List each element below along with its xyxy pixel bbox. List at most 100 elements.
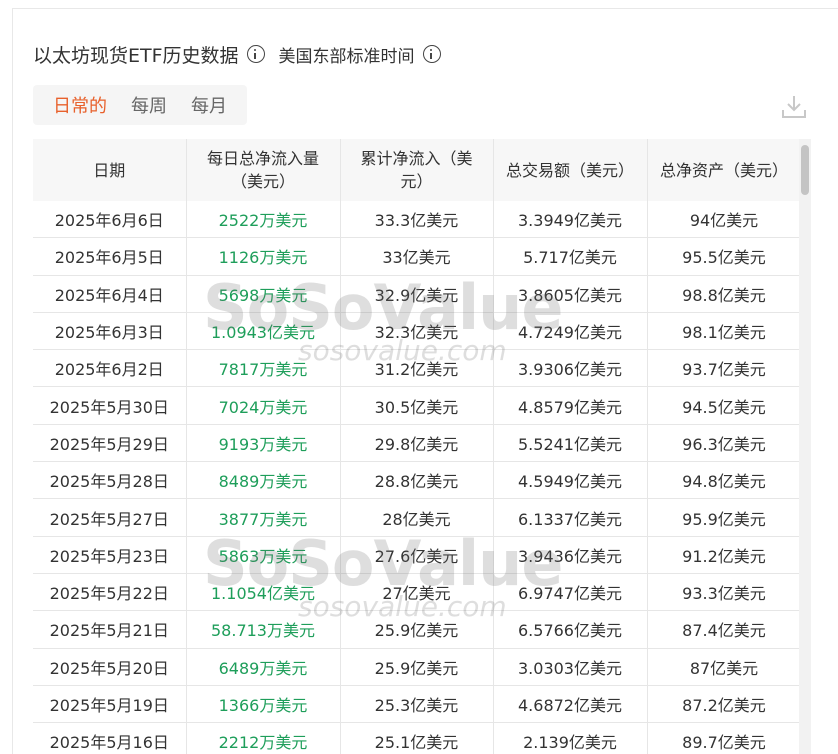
cell-date: 2025年6月2日	[33, 349, 187, 388]
cell-date: 2025年6月5日	[33, 237, 187, 276]
cell-daily-net-inflow: 1366万美元	[186, 685, 341, 724]
cell-daily-net-inflow: 58.713万美元	[186, 610, 341, 649]
cell-total-net-assets: 95.5亿美元	[647, 237, 802, 276]
cell-cumulative-net-inflow: 27亿美元	[340, 573, 494, 612]
cell-cumulative-net-inflow: 29.8亿美元	[340, 424, 494, 463]
column-header-date[interactable]: 日期	[33, 139, 187, 201]
cell-total-value-traded: 3.0303亿美元	[493, 648, 648, 686]
tab-weekly[interactable]: 每周	[119, 92, 179, 118]
table-row[interactable]: 2025年6月5日 1126万美元 33亿美元 5.717亿美元 95.5亿美元	[33, 237, 802, 276]
cell-cumulative-net-inflow: 28亿美元	[340, 498, 494, 537]
cell-total-value-traded: 4.8579亿美元	[493, 386, 648, 425]
cell-cumulative-net-inflow: 32.9亿美元	[340, 275, 494, 313]
table-row[interactable]: 2025年6月6日 2522万美元 33.3亿美元 3.3949亿美元 94亿美元	[33, 201, 802, 239]
period-tabs: 日常的 每周 每月	[33, 85, 247, 125]
cell-daily-net-inflow: 1.0943亿美元	[186, 312, 341, 351]
download-icon[interactable]	[780, 93, 808, 121]
column-header-cumulative-net-inflow[interactable]: 累计净流入（美元）	[340, 139, 494, 201]
cell-total-value-traded: 3.3949亿美元	[493, 201, 648, 239]
tab-monthly[interactable]: 每月	[179, 92, 239, 118]
cell-date: 2025年5月30日	[33, 386, 187, 425]
table-row[interactable]: 2025年5月30日 7024万美元 30.5亿美元 4.8579亿美元 94.5亿美元	[33, 386, 802, 425]
cell-total-value-traded: 3.9306亿美元	[493, 349, 648, 388]
column-header-daily-net-inflow[interactable]: 每日总净流入量（美元）	[186, 139, 341, 201]
cell-cumulative-net-inflow: 31.2亿美元	[340, 349, 494, 388]
info-icon[interactable]	[246, 45, 265, 63]
cell-date: 2025年5月28日	[33, 461, 187, 500]
table-header-row: 日期 每日总净流入量（美元） 累计净流入（美元） 总交易额（美元） 总净资产（美…	[33, 139, 802, 201]
cell-daily-net-inflow: 1126万美元	[186, 237, 341, 276]
cell-total-net-assets: 96.3亿美元	[647, 424, 802, 463]
cell-daily-net-inflow: 7817万美元	[186, 349, 341, 388]
cell-date: 2025年5月29日	[33, 424, 187, 463]
cell-date: 2025年6月3日	[33, 312, 187, 351]
cell-total-value-traded: 5.5241亿美元	[493, 424, 648, 463]
cell-daily-net-inflow: 5863万美元	[186, 536, 341, 574]
cell-date: 2025年6月4日	[33, 275, 187, 313]
cell-cumulative-net-inflow: 28.8亿美元	[340, 461, 494, 500]
cell-total-net-assets: 87.2亿美元	[647, 685, 802, 724]
table-row[interactable]: 2025年5月23日 5863万美元 27.6亿美元 3.9436亿美元 91.2亿美元	[33, 536, 802, 574]
cell-total-net-assets: 87.4亿美元	[647, 610, 802, 649]
cell-total-value-traded: 6.1337亿美元	[493, 498, 648, 537]
cell-total-net-assets: 94.5亿美元	[647, 386, 802, 425]
cell-daily-net-inflow: 2212万美元	[186, 722, 341, 754]
table-row[interactable]: 2025年6月3日 1.0943亿美元 32.3亿美元 4.7249亿美元 98.1亿美…	[33, 312, 802, 351]
cell-total-net-assets: 98.1亿美元	[647, 312, 802, 351]
cell-total-net-assets: 98.8亿美元	[647, 275, 802, 313]
cell-daily-net-inflow: 2522万美元	[186, 201, 341, 239]
page-title: 以太坊现货ETF历史数据	[33, 44, 239, 67]
cell-total-net-assets: 94亿美元	[647, 201, 802, 239]
table-row[interactable]: 2025年5月27日 3877万美元 28亿美元 6.1337亿美元 95.9亿美元	[33, 498, 802, 537]
table-row[interactable]: 2025年5月22日 1.1054亿美元 27亿美元 6.9747亿美元 93.3亿美元	[33, 573, 802, 612]
table-row[interactable]: 2025年5月20日 6489万美元 25.9亿美元 3.0303亿美元 87亿美元	[33, 648, 802, 686]
cell-date: 2025年5月21日	[33, 610, 187, 649]
cell-total-value-traded: 2.139亿美元	[493, 722, 648, 754]
cell-total-value-traded: 3.8605亿美元	[493, 275, 648, 313]
cell-total-net-assets: 93.7亿美元	[647, 349, 802, 388]
cell-total-value-traded: 5.717亿美元	[493, 237, 648, 276]
table-row[interactable]: 2025年5月19日 1366万美元 25.3亿美元 4.6872亿美元 87.2亿美元	[33, 685, 802, 724]
cell-total-net-assets: 91.2亿美元	[647, 536, 802, 574]
table-row[interactable]: 2025年5月28日 8489万美元 28.8亿美元 4.5949亿美元 94.8亿美元	[33, 461, 802, 500]
table-row[interactable]: 2025年6月2日 7817万美元 31.2亿美元 3.9306亿美元 93.7亿美元	[33, 349, 802, 388]
cell-date: 2025年5月22日	[33, 573, 187, 612]
column-header-total-net-assets[interactable]: 总净资产（美元）	[647, 139, 802, 201]
cell-date: 2025年6月6日	[33, 201, 187, 239]
cell-daily-net-inflow: 9193万美元	[186, 424, 341, 463]
cell-total-value-traded: 4.7249亿美元	[493, 312, 648, 351]
cell-total-net-assets: 89.7亿美元	[647, 722, 802, 754]
scrollbar-thumb[interactable]	[801, 145, 809, 195]
tab-daily[interactable]: 日常的	[41, 92, 119, 118]
history-table-wrapper: 日期 每日总净流入量（美元） 累计净流入（美元） 总交易额（美元） 总净资产（美…	[33, 139, 802, 754]
cell-cumulative-net-inflow: 27.6亿美元	[340, 536, 494, 574]
cell-cumulative-net-inflow: 32.3亿美元	[340, 312, 494, 351]
card-header: 以太坊现货ETF历史数据 美国东部标准时间	[33, 39, 441, 69]
history-table: 日期 每日总净流入量（美元） 累计净流入（美元） 总交易额（美元） 总净资产（美…	[33, 139, 802, 754]
table-row[interactable]: 2025年5月29日 9193万美元 29.8亿美元 5.5241亿美元 96.3亿美元	[33, 424, 802, 463]
table-scrollbar[interactable]	[799, 139, 811, 754]
cell-cumulative-net-inflow: 25.3亿美元	[340, 685, 494, 724]
table-row[interactable]: 2025年6月4日 5698万美元 32.9亿美元 3.8605亿美元 98.8亿美元	[33, 275, 802, 313]
etf-history-card: 以太坊现货ETF历史数据 美国东部标准时间 日常的 每周 每月 日期 每日总净流…	[12, 8, 838, 754]
cell-cumulative-net-inflow: 25.9亿美元	[340, 610, 494, 649]
cell-cumulative-net-inflow: 33.3亿美元	[340, 201, 494, 239]
column-header-total-value-traded[interactable]: 总交易额（美元）	[493, 139, 648, 201]
cell-total-value-traded: 4.5949亿美元	[493, 461, 648, 500]
cell-total-net-assets: 93.3亿美元	[647, 573, 802, 612]
cell-date: 2025年5月20日	[33, 648, 187, 686]
table-row[interactable]: 2025年5月21日 58.713万美元 25.9亿美元 6.5766亿美元 87.4亿…	[33, 610, 802, 649]
cell-cumulative-net-inflow: 33亿美元	[340, 237, 494, 276]
cell-total-value-traded: 4.6872亿美元	[493, 685, 648, 724]
cell-total-net-assets: 87亿美元	[647, 648, 802, 686]
cell-cumulative-net-inflow: 25.1亿美元	[340, 722, 494, 754]
info-icon[interactable]	[422, 45, 441, 63]
table-row[interactable]: 2025年5月16日 2212万美元 25.1亿美元 2.139亿美元 89.7亿美元	[33, 722, 802, 754]
cell-daily-net-inflow: 8489万美元	[186, 461, 341, 500]
cell-daily-net-inflow: 5698万美元	[186, 275, 341, 313]
cell-total-net-assets: 94.8亿美元	[647, 461, 802, 500]
cell-date: 2025年5月16日	[33, 722, 187, 754]
cell-total-value-traded: 3.9436亿美元	[493, 536, 648, 574]
cell-date: 2025年5月23日	[33, 536, 187, 574]
table-body: 2025年6月6日 2522万美元 33.3亿美元 3.3949亿美元 94亿美元 202…	[33, 201, 802, 754]
